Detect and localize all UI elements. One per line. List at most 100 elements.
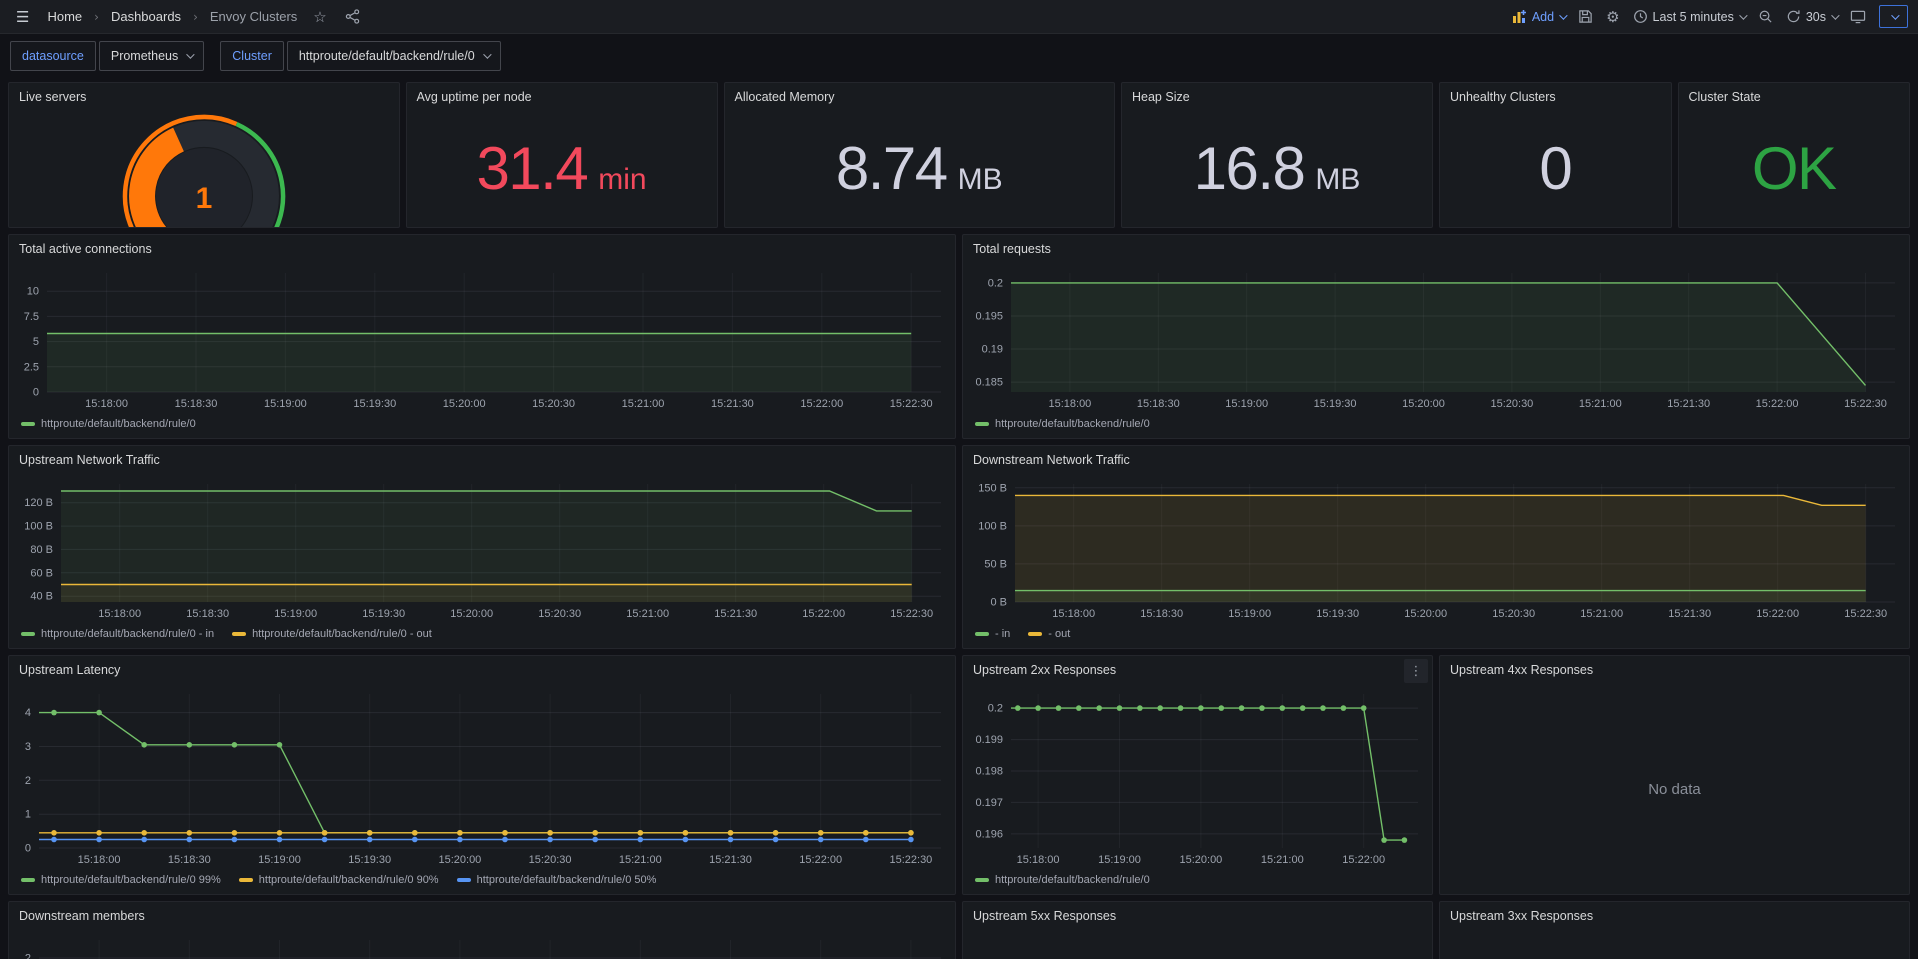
svg-text:15:21:00: 15:21:00 [1580, 608, 1623, 620]
menu-toggle-icon[interactable]: ☰ [10, 6, 35, 28]
legend-item[interactable]: httproute/default/backend/rule/0 [975, 418, 1150, 430]
legend-item[interactable]: httproute/default/backend/rule/0 50% [457, 874, 657, 886]
legend-item[interactable]: httproute/default/backend/rule/0 99% [21, 874, 221, 886]
total-active-connections-chart[interactable]: 15:18:0015:18:3015:19:0015:19:3015:20:00… [9, 263, 955, 414]
panel-title[interactable]: Upstream 4xx Responses [1440, 656, 1909, 684]
chart-legend: httproute/default/backend/rule/0 [963, 414, 1909, 438]
series-point [96, 710, 102, 716]
svg-text:0.195: 0.195 [975, 311, 1003, 323]
panel-title[interactable]: Upstream 5xx Responses [963, 902, 1432, 930]
variable-cluster-label: Cluster [220, 41, 284, 71]
live-servers-gauge[interactable]: 1 [9, 111, 399, 227]
legend-series-label: httproute/default/backend/rule/0 [995, 418, 1150, 430]
panel-title[interactable]: Total active connections [9, 235, 955, 263]
variable-cluster: Cluster httproute/default/backend/rule/0 [220, 41, 500, 71]
variable-datasource-select[interactable]: Prometheus [99, 41, 204, 71]
series-point [683, 837, 689, 843]
series-point [1157, 705, 1163, 711]
panel-title[interactable]: Avg uptime per node [407, 83, 717, 111]
add-button[interactable]: Add [1513, 10, 1565, 24]
chart-legend: httproute/default/backend/rule/0 [9, 414, 955, 438]
svg-text:0.19: 0.19 [982, 344, 1003, 356]
legend-series-label: httproute/default/backend/rule/0 90% [259, 874, 439, 886]
panel-title[interactable]: Upstream Latency [9, 656, 955, 684]
upstream-3xx-chart[interactable] [1440, 930, 1909, 959]
timeseries-plot[interactable]: 15:18:0015:19:0015:20:0015:21:0015:22:00… [963, 684, 1432, 870]
series-point [818, 830, 824, 836]
legend-series-swatch [457, 878, 471, 882]
legend-item[interactable]: - out [1028, 628, 1070, 640]
upstream-latency-chart[interactable]: 15:18:0015:18:3015:19:0015:19:3015:20:00… [9, 684, 955, 870]
variable-cluster-select[interactable]: httproute/default/backend/rule/0 [287, 41, 501, 71]
panel-title[interactable]: Live servers [9, 83, 399, 111]
series-point [457, 830, 463, 836]
series-point [547, 830, 553, 836]
svg-text:15:19:00: 15:19:00 [264, 398, 307, 410]
breadcrumb-dashboards[interactable]: Dashboards [109, 9, 183, 24]
legend-item[interactable]: httproute/default/backend/rule/0 - in [21, 628, 214, 640]
legend-series-swatch [975, 632, 989, 636]
svg-text:15:22:00: 15:22:00 [1756, 608, 1799, 620]
svg-text:0.2: 0.2 [988, 277, 1003, 289]
series-point [1361, 705, 1367, 711]
total-requests-chart[interactable]: 15:18:0015:18:3015:19:0015:19:3015:20:00… [963, 263, 1909, 414]
series-point [1117, 705, 1123, 711]
upstream-network-traffic-chart[interactable]: 15:18:0015:18:3015:19:0015:19:3015:20:00… [9, 474, 955, 624]
timeseries-plot[interactable]: 15:18:0015:18:3015:19:0015:19:3015:20:00… [9, 684, 955, 870]
panel-title[interactable]: Downstream members [9, 902, 955, 930]
monitor-icon [1850, 9, 1866, 24]
legend-item[interactable]: httproute/default/backend/rule/0 - out [232, 628, 432, 640]
downstream-members-chart[interactable]: 15:18:0015:18:3015:19:0015:19:3015:20:00… [9, 930, 955, 959]
tv-mode-button[interactable] [1850, 9, 1866, 24]
upstream-5xx-chart[interactable] [963, 930, 1432, 959]
share-icon[interactable] [341, 9, 364, 24]
panel-title[interactable]: Upstream 3xx Responses [1440, 902, 1909, 930]
svg-text:15:19:30: 15:19:30 [353, 398, 396, 410]
svg-text:15:19:30: 15:19:30 [1316, 608, 1359, 620]
breadcrumb-home[interactable]: Home [45, 9, 84, 24]
timeseries-plot[interactable]: 15:18:0015:18:3015:19:0015:19:3015:20:00… [963, 263, 1909, 414]
panel-total-requests: Total requests 15:18:0015:18:3015:19:001… [962, 234, 1910, 439]
panel-title[interactable]: Upstream Network Traffic [9, 446, 955, 474]
legend-item[interactable]: httproute/default/backend/rule/0 90% [239, 874, 439, 886]
legend-item[interactable]: httproute/default/backend/rule/0 [975, 874, 1150, 886]
time-range-picker[interactable]: Last 5 minutes [1633, 9, 1745, 24]
svg-text:15:20:30: 15:20:30 [1492, 608, 1535, 620]
refresh-button[interactable]: 30s [1786, 9, 1837, 24]
svg-text:2.5: 2.5 [24, 361, 39, 373]
zoom-out-button[interactable] [1758, 9, 1773, 24]
legend-item[interactable]: httproute/default/backend/rule/0 [21, 418, 196, 430]
panel-title[interactable]: Total requests [963, 235, 1909, 263]
series-area [1015, 591, 1866, 602]
timeseries-plot[interactable]: 15:18:0015:18:3015:19:0015:19:3015:20:00… [963, 474, 1909, 624]
panel-menu-icon[interactable]: ⋮ [1404, 659, 1428, 683]
panel-title[interactable]: Heap Size [1122, 83, 1432, 111]
series-point [1076, 705, 1082, 711]
panel-title[interactable]: Unhealthy Clusters [1440, 83, 1671, 111]
settings-icon[interactable]: ⚙ [1606, 8, 1619, 26]
downstream-network-traffic-chart[interactable]: 15:18:0015:18:3015:19:0015:19:3015:20:00… [963, 474, 1909, 624]
svg-text:15:20:00: 15:20:00 [1179, 854, 1222, 866]
panel-title[interactable]: Cluster State [1679, 83, 1910, 111]
panel-title[interactable]: Upstream 2xx Responses [963, 656, 1432, 684]
upstream-2xx-chart[interactable]: 15:18:0015:19:0015:20:0015:21:0015:22:00… [963, 684, 1432, 870]
star-icon[interactable]: ☆ [309, 8, 330, 26]
panel-title[interactable]: Allocated Memory [725, 83, 1115, 111]
svg-text:15:19:30: 15:19:30 [348, 854, 391, 866]
save-dashboard-button[interactable] [1578, 9, 1593, 24]
timeseries-plot[interactable]: 15:18:0015:18:3015:19:0015:19:3015:20:00… [9, 474, 955, 624]
series-area [47, 334, 911, 393]
svg-text:15:21:00: 15:21:00 [622, 398, 665, 410]
legend-item[interactable]: - in [975, 628, 1010, 640]
svg-text:15:22:00: 15:22:00 [799, 854, 842, 866]
panel-unhealthy-clusters: Unhealthy Clusters 0 [1439, 82, 1672, 228]
svg-text:15:20:30: 15:20:30 [529, 854, 572, 866]
timeseries-plot[interactable]: 15:18:0015:18:3015:19:0015:19:3015:20:00… [9, 930, 955, 959]
timeseries-plot[interactable]: 15:18:0015:18:3015:19:0015:19:3015:20:00… [9, 263, 955, 414]
series-point [51, 710, 57, 716]
collapse-topbar-button[interactable] [1879, 5, 1908, 28]
series-point [277, 742, 283, 748]
panel-title[interactable]: Downstream Network Traffic [963, 446, 1909, 474]
svg-text:7.5: 7.5 [24, 311, 39, 323]
top-navigation-bar: ☰ Home › Dashboards › Envoy Clusters ☆ A… [0, 0, 1918, 34]
